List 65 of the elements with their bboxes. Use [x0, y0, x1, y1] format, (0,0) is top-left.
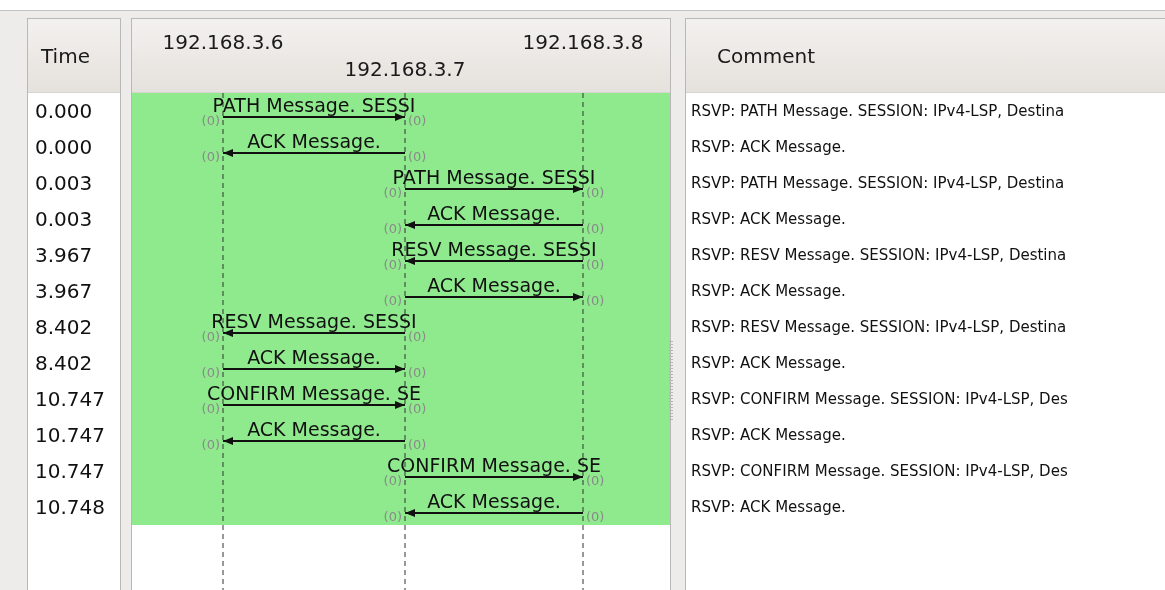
time-cell-text: 8.402	[34, 350, 94, 377]
comment-cell-text: RSVP: ACK Message.	[690, 137, 847, 158]
message-label: RESV Message. SESSI	[211, 310, 417, 332]
message-label: ACK Message.	[427, 202, 561, 224]
message-label: PATH Message. SESSI	[212, 94, 416, 116]
time-cell-text: 8.402	[34, 314, 94, 341]
time-cell-text: 3.967	[34, 242, 94, 269]
port-label: (0)	[408, 329, 427, 344]
comment-cell-text: RSVP: PATH Message. SESSION: IPv4-LSP, Destina	[690, 173, 1066, 194]
port-label: (0)	[201, 149, 220, 164]
port-label: (0)	[586, 473, 605, 488]
port-label: (0)	[586, 221, 605, 236]
message-label: RESV Message. SESSI	[391, 238, 597, 260]
time-cell-text: 0.003	[34, 206, 94, 233]
comment-cell-text: RSVP: PATH Message. SESSION: IPv4-LSP, Destina	[690, 101, 1066, 122]
time-cell-text: 3.967	[34, 278, 94, 305]
port-label: (0)	[383, 221, 402, 236]
time-cell-text: 0.000	[34, 98, 94, 125]
message-label: ACK Message.	[427, 490, 561, 512]
port-label: (0)	[408, 401, 427, 416]
port-label: (0)	[383, 509, 402, 524]
node-address: 192.168.3.6	[162, 30, 284, 54]
comment-cell-text: RSVP: RESV Message. SESSION: IPv4-LSP, Destina	[690, 317, 1068, 338]
node-address: 192.168.3.7	[344, 57, 466, 81]
port-label: (0)	[383, 257, 402, 272]
message-label: ACK Message.	[247, 346, 381, 368]
message-label: CONFIRM Message. SE	[387, 454, 601, 476]
column-header[interactable]: Comment	[686, 43, 815, 68]
port-label: (0)	[383, 293, 402, 308]
port-label: (0)	[586, 293, 605, 308]
port-label: (0)	[383, 473, 402, 488]
time-cell-text: 10.747	[34, 386, 106, 413]
time-cell-text: 0.003	[34, 170, 94, 197]
node-address: 192.168.3.8	[522, 30, 644, 54]
message-label: ACK Message.	[247, 418, 381, 440]
time-cell-text: 10.748	[34, 494, 106, 521]
port-label: (0)	[201, 113, 220, 128]
splitter-handle[interactable]	[669, 340, 673, 420]
message-label: CONFIRM Message. SE	[207, 382, 421, 404]
port-label: (0)	[201, 437, 220, 452]
port-label: (0)	[383, 185, 402, 200]
port-label: (0)	[408, 149, 427, 164]
time-cell-text: 10.747	[34, 458, 106, 485]
comment-cell-text: RSVP: ACK Message.	[690, 497, 847, 518]
port-label: (0)	[408, 365, 427, 380]
comment-cell-text: RSVP: ACK Message.	[690, 281, 847, 302]
comment-cell-text: RSVP: CONFIRM Message. SESSION: IPv4-LSP, Des	[690, 461, 1069, 482]
port-label: (0)	[201, 365, 220, 380]
comment-cell-text: RSVP: ACK Message.	[690, 209, 847, 230]
port-label: (0)	[586, 257, 605, 272]
comment-cell-text: RSVP: ACK Message.	[690, 425, 847, 446]
port-label: (0)	[408, 113, 427, 128]
message-label: ACK Message.	[247, 130, 381, 152]
time-cell-text: 10.747	[34, 422, 106, 449]
message-label: PATH Message. SESSI	[392, 166, 596, 188]
message-label: ACK Message.	[427, 274, 561, 296]
port-label: (0)	[408, 437, 427, 452]
port-label: (0)	[586, 509, 605, 524]
comment-cell-text: RSVP: ACK Message.	[690, 353, 847, 374]
time-cell-text: 0.000	[34, 134, 94, 161]
comment-cell-text: RSVP: CONFIRM Message. SESSION: IPv4-LSP, Des	[690, 389, 1069, 410]
port-label: (0)	[586, 185, 605, 200]
port-label: (0)	[201, 401, 220, 416]
port-label: (0)	[201, 329, 220, 344]
comment-cell-text: RSVP: RESV Message. SESSION: IPv4-LSP, Destina	[690, 245, 1068, 266]
